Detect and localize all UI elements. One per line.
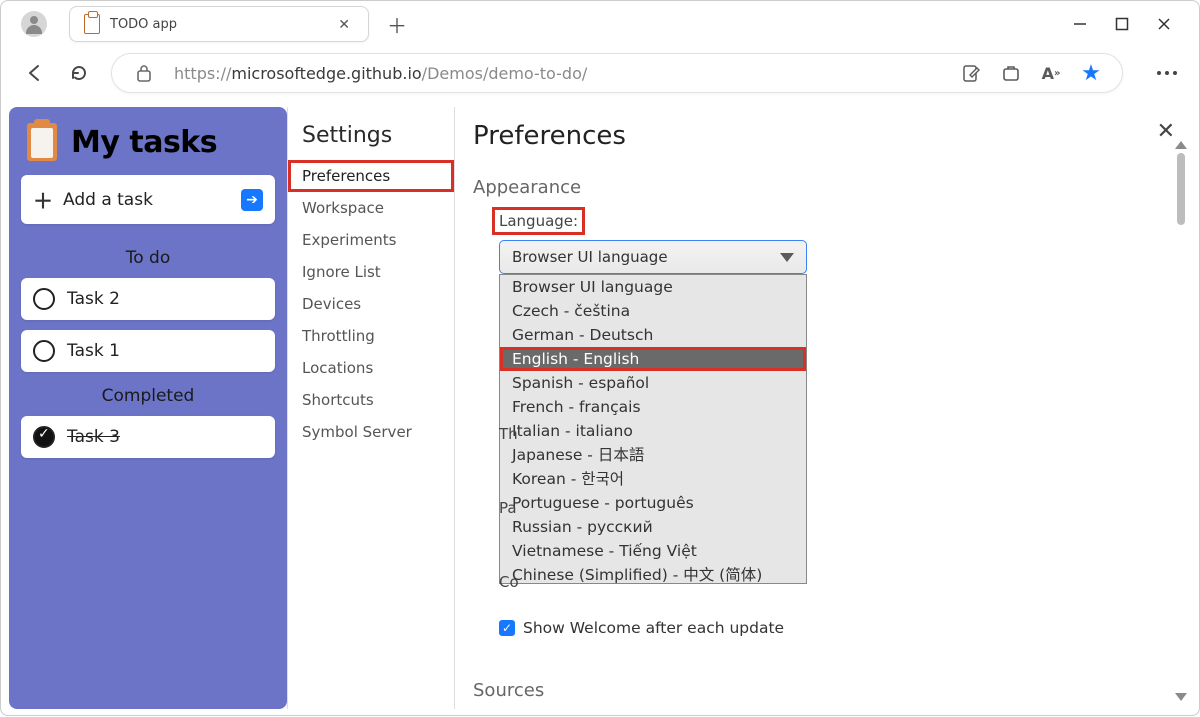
browser-navbar: https://microsoftedge.github.io/Demos/de…	[1, 47, 1199, 99]
checkbox-icon[interactable]: ✓	[499, 620, 515, 636]
task-item[interactable]: Task 2	[21, 278, 275, 320]
task-complete-toggle[interactable]	[33, 288, 55, 310]
language-dropdown[interactable]: Browser UI language Browser UI languageC…	[499, 240, 807, 584]
language-option[interactable]: Spanish - español	[500, 371, 806, 395]
language-dropdown-value: Browser UI language	[512, 248, 668, 266]
language-option[interactable]: Portuguese - português	[500, 491, 806, 515]
settings-item-throttling[interactable]: Throttling	[288, 320, 454, 352]
todo-section-label: To do	[21, 248, 275, 268]
settings-item-workspace[interactable]: Workspace	[288, 192, 454, 224]
settings-item-experiments[interactable]: Experiments	[288, 224, 454, 256]
language-option[interactable]: Vietnamese - Tiếng Việt	[500, 539, 806, 563]
browser-tab[interactable]: TODO app ✕	[69, 6, 369, 42]
appearance-section-label: Appearance	[473, 177, 1169, 198]
task-item[interactable]: Task 1	[21, 330, 275, 372]
edit-page-icon[interactable]	[960, 62, 982, 84]
plus-icon: ＋	[33, 185, 53, 214]
language-option[interactable]: French - français	[500, 395, 806, 419]
add-task-submit-button[interactable]: ➔	[241, 189, 263, 211]
language-dropdown-button[interactable]: Browser UI language	[499, 240, 807, 274]
preferences-panel: ✕ Preferences Appearance Language: Brows…	[455, 107, 1191, 709]
task-name: Task 2	[67, 289, 120, 309]
favorite-star-icon[interactable]: ★	[1080, 62, 1102, 84]
language-field-label: Language:	[495, 210, 582, 232]
browser-titlebar: TODO app ✕ ＋	[1, 1, 1199, 47]
url-text: https://microsoftedge.github.io/Demos/de…	[174, 64, 587, 83]
settings-item-devices[interactable]: Devices	[288, 288, 454, 320]
settings-item-symbol-server[interactable]: Symbol Server	[288, 416, 454, 448]
reload-button[interactable]	[67, 61, 91, 85]
language-dropdown-list[interactable]: Browser UI languageCzech - češtinaGerman…	[499, 274, 807, 584]
language-option[interactable]: Japanese - 日本語	[500, 443, 806, 467]
new-tab-button[interactable]: ＋	[381, 8, 413, 40]
language-option[interactable]: Korean - 한국어	[500, 467, 806, 491]
preferences-title: Preferences	[473, 121, 1169, 151]
window-close-button[interactable]	[1157, 17, 1171, 31]
show-welcome-label: Show Welcome after each update	[523, 619, 784, 637]
settings-item-preferences[interactable]: Preferences	[288, 160, 454, 192]
browser-menu-button[interactable]	[1157, 71, 1177, 75]
settings-title: Settings	[288, 123, 454, 160]
read-aloud-icon[interactable]: A»	[1040, 62, 1062, 84]
scroll-up-icon[interactable]	[1175, 141, 1187, 149]
window-maximize-button[interactable]	[1115, 17, 1129, 31]
task-name: Task 3	[67, 427, 120, 447]
site-lock-icon[interactable]	[132, 61, 156, 85]
tab-close-button[interactable]: ✕	[334, 14, 354, 35]
tab-favicon-icon	[84, 14, 100, 34]
todo-app-panel: My tasks ＋ Add a task ➔ To do Task 2 Tas…	[9, 107, 287, 709]
back-button[interactable]	[23, 61, 47, 85]
language-option[interactable]: Browser UI language	[500, 275, 806, 299]
language-option[interactable]: Czech - čeština	[500, 299, 806, 323]
add-task-label: Add a task	[63, 190, 231, 210]
collections-icon[interactable]	[1000, 62, 1022, 84]
language-option[interactable]: Chinese (Simplified) - 中文 (简体)	[500, 563, 806, 584]
settings-item-shortcuts[interactable]: Shortcuts	[288, 384, 454, 416]
sources-section-label: Sources	[473, 680, 544, 701]
preferences-scrollbar[interactable]	[1174, 141, 1188, 701]
todo-app-title: My tasks	[71, 125, 217, 160]
settings-sidebar: Settings PreferencesWorkspaceExperiments…	[287, 107, 455, 709]
language-option[interactable]: English - English	[500, 347, 806, 371]
task-complete-toggle[interactable]	[33, 340, 55, 362]
language-option[interactable]: Russian - русский	[500, 515, 806, 539]
task-item[interactable]: Task 3	[21, 416, 275, 458]
show-welcome-checkbox-row[interactable]: ✓ Show Welcome after each update	[499, 619, 784, 637]
completed-section-label: Completed	[21, 386, 275, 406]
address-bar[interactable]: https://microsoftedge.github.io/Demos/de…	[111, 53, 1123, 93]
task-complete-toggle[interactable]	[33, 426, 55, 448]
scroll-down-icon[interactable]	[1175, 693, 1187, 701]
close-panel-button[interactable]: ✕	[1157, 119, 1175, 144]
settings-item-ignore-list[interactable]: Ignore List	[288, 256, 454, 288]
tab-title: TODO app	[110, 17, 324, 32]
language-option[interactable]: German - Deutsch	[500, 323, 806, 347]
chevron-down-icon	[780, 253, 794, 262]
task-name: Task 1	[67, 341, 120, 361]
scroll-thumb[interactable]	[1177, 153, 1185, 225]
language-option[interactable]: Italian - italiano	[500, 419, 806, 443]
add-task-input[interactable]: ＋ Add a task ➔	[21, 175, 275, 224]
settings-item-locations[interactable]: Locations	[288, 352, 454, 384]
profile-avatar[interactable]	[21, 11, 47, 37]
clipboard-icon	[27, 123, 57, 161]
window-minimize-button[interactable]	[1073, 17, 1087, 31]
